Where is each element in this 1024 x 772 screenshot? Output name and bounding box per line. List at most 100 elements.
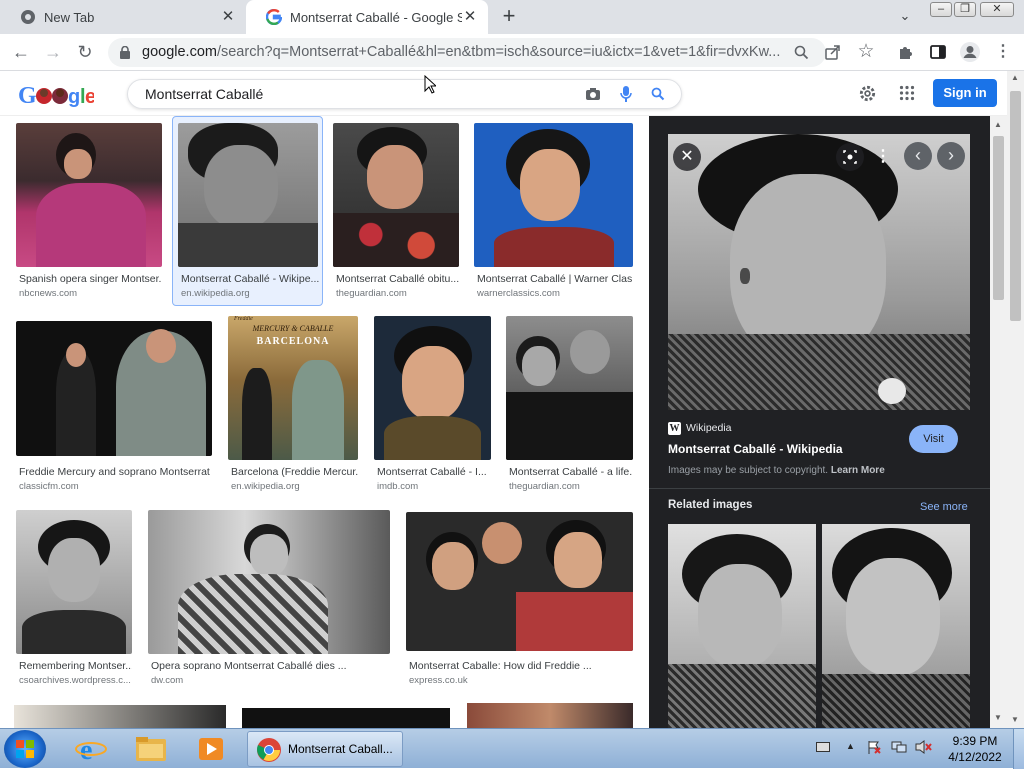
visit-button[interactable]: Visit: [909, 425, 958, 453]
more-options-icon[interactable]: ⋮: [871, 143, 895, 171]
internet-explorer-icon[interactable]: e: [66, 731, 116, 767]
preview-image[interactable]: [668, 134, 970, 410]
media-player-icon[interactable]: [186, 731, 236, 767]
restore-icon[interactable]: ❐: [954, 2, 976, 17]
keyboard-icon[interactable]: [816, 742, 830, 752]
active-task-label: Montserrat Caball...: [288, 742, 393, 756]
image-result[interactable]: Montserrat Caballé - I... imdb.com: [374, 316, 491, 493]
svg-text:e: e: [85, 86, 94, 108]
page-scrollbar[interactable]: ▲ ▼: [1007, 71, 1024, 728]
image-result[interactable]: Montserrat Caballé obitu... theguardian.…: [333, 123, 459, 301]
preview-title[interactable]: Montserrat Caballé - Wikipedia: [668, 442, 843, 456]
related-image[interactable]: [822, 524, 970, 728]
result-thumbnail[interactable]: Freddie MERCURY & CABALLE BARCELONA: [228, 316, 358, 460]
google-doodle-logo[interactable]: G g l e: [18, 81, 94, 109]
next-image-chevron-icon[interactable]: ›: [937, 142, 965, 170]
image-result[interactable]: Opera soprano Montserrat Caballé dies ..…: [148, 510, 390, 688]
side-panel-icon[interactable]: [929, 43, 947, 61]
panel-scrollbar[interactable]: ▲ ▼: [990, 116, 1007, 728]
scrollbar-thumb[interactable]: [993, 136, 1004, 300]
tab-new-tab[interactable]: New Tab ✕: [0, 0, 246, 34]
search-box[interactable]: [127, 79, 682, 109]
close-tab-icon[interactable]: ✕: [220, 9, 236, 25]
result-thumbnail[interactable]: [178, 123, 318, 267]
close-window-icon[interactable]: ✕: [980, 2, 1014, 17]
volume-muted-icon[interactable]: [915, 739, 933, 755]
share-icon[interactable]: [824, 43, 842, 61]
image-result[interactable]: Freddie Mercury and soprano Montserrat .…: [16, 321, 212, 493]
file-explorer-folder-icon[interactable]: [126, 731, 176, 767]
search-input[interactable]: [145, 86, 565, 102]
start-button[interactable]: [4, 730, 46, 768]
extensions-puzzle-icon[interactable]: [897, 43, 915, 61]
bookmark-star-icon[interactable]: ☆: [853, 39, 879, 65]
preview-source-name[interactable]: Wikipedia: [686, 422, 732, 434]
reload-icon[interactable]: ↻: [72, 39, 98, 65]
action-center-flag-icon[interactable]: [866, 739, 882, 755]
lens-search-icon[interactable]: [836, 143, 864, 171]
close-preview-icon[interactable]: ✕: [673, 143, 701, 171]
profile-avatar-icon[interactable]: [959, 41, 981, 63]
result-thumbnail[interactable]: [16, 321, 212, 456]
search-icon[interactable]: [651, 87, 665, 101]
result-thumbnail[interactable]: [16, 510, 132, 654]
scrollbar-thumb[interactable]: [1010, 91, 1021, 321]
scroll-up-arrow-icon[interactable]: ▲: [1011, 73, 1019, 82]
image-result[interactable]: Spanish opera singer Montser... nbcnews.…: [16, 123, 162, 301]
scroll-down-arrow-icon[interactable]: ▼: [994, 713, 1002, 722]
show-desktop-button[interactable]: [1013, 729, 1024, 769]
back-arrow-icon[interactable]: ←: [8, 39, 34, 65]
forward-arrow-icon[interactable]: →: [40, 39, 66, 65]
close-tab-icon[interactable]: ✕: [462, 9, 478, 25]
image-result-partial[interactable]: [14, 705, 226, 728]
related-image[interactable]: [668, 524, 816, 728]
see-more-link[interactable]: See more: [920, 501, 968, 513]
google-g-icon: [266, 9, 282, 25]
zoom-icon[interactable]: [794, 45, 809, 60]
address-bar[interactable]: google.com/search?q=Montserrat+Caballé&h…: [108, 38, 826, 67]
image-result-partial[interactable]: [242, 708, 450, 728]
image-result[interactable]: Montserrat Caballé - a life... theguardi…: [506, 316, 633, 493]
learn-more-link[interactable]: Learn More: [831, 465, 885, 476]
minimize-icon[interactable]: –: [930, 2, 952, 17]
menu-kebab-icon[interactable]: ⋮: [990, 39, 1016, 65]
mouse-cursor-icon: [424, 75, 436, 94]
microphone-icon[interactable]: [620, 85, 632, 103]
image-result[interactable]: Montserrat Caballé | Warner Clas... warn…: [474, 123, 633, 301]
chrome-taskbar-button[interactable]: Montserrat Caball...: [247, 731, 403, 767]
result-thumbnail[interactable]: [506, 316, 633, 460]
settings-gear-icon[interactable]: [858, 84, 877, 103]
sign-in-button[interactable]: Sign in: [933, 79, 997, 107]
image-result[interactable]: Freddie MERCURY & CABALLE BARCELONA Barc…: [228, 316, 358, 493]
scroll-up-arrow-icon[interactable]: ▲: [994, 120, 1002, 129]
tab-search-chevron-icon[interactable]: ⌄: [896, 8, 914, 26]
chrome-logo-icon: [257, 738, 281, 762]
copyright-text: Images may be subject to copyright.: [668, 465, 829, 476]
result-thumbnail[interactable]: [333, 123, 459, 267]
result-thumbnail[interactable]: [16, 123, 162, 267]
image-result[interactable]: Montserrat Caballe: How did Freddie ... …: [406, 512, 633, 688]
result-thumbnail[interactable]: [474, 123, 633, 267]
image-result[interactable]: Remembering Montser... csoarchives.wordp…: [16, 510, 132, 688]
result-source: imdb.com: [377, 481, 419, 492]
result-thumbnail[interactable]: [148, 510, 390, 654]
new-tab-plus-icon[interactable]: +: [498, 5, 520, 28]
network-icon[interactable]: [891, 739, 907, 755]
show-hidden-icons-arrow-icon[interactable]: ▲: [846, 741, 855, 751]
camera-search-icon[interactable]: [585, 87, 601, 101]
previous-image-chevron-icon[interactable]: ‹: [904, 142, 932, 170]
result-caption: Spanish opera singer Montser...: [19, 273, 162, 285]
system-clock[interactable]: 9:39 PM 4/12/2022: [940, 733, 1010, 765]
scroll-down-arrow-icon[interactable]: ▼: [1011, 715, 1019, 724]
image-result-selected[interactable]: Montserrat Caballé - Wikipe... en.wikipe…: [172, 116, 323, 306]
image-result-partial[interactable]: [467, 703, 633, 728]
tab-strip: New Tab ✕ Montserrat Caballé - Google Se…: [0, 0, 1024, 34]
apps-grid-icon[interactable]: [899, 85, 915, 101]
result-thumbnail[interactable]: [374, 316, 491, 460]
result-source: en.wikipedia.org: [181, 288, 250, 299]
copyright-note: Images may be subject to copyright. Lear…: [668, 465, 885, 476]
clock-time: 9:39 PM: [952, 734, 998, 748]
lock-icon[interactable]: [119, 46, 131, 59]
tab-google-search[interactable]: Montserrat Caballé - Google Sea ✕: [246, 0, 488, 34]
result-thumbnail[interactable]: [406, 512, 633, 651]
